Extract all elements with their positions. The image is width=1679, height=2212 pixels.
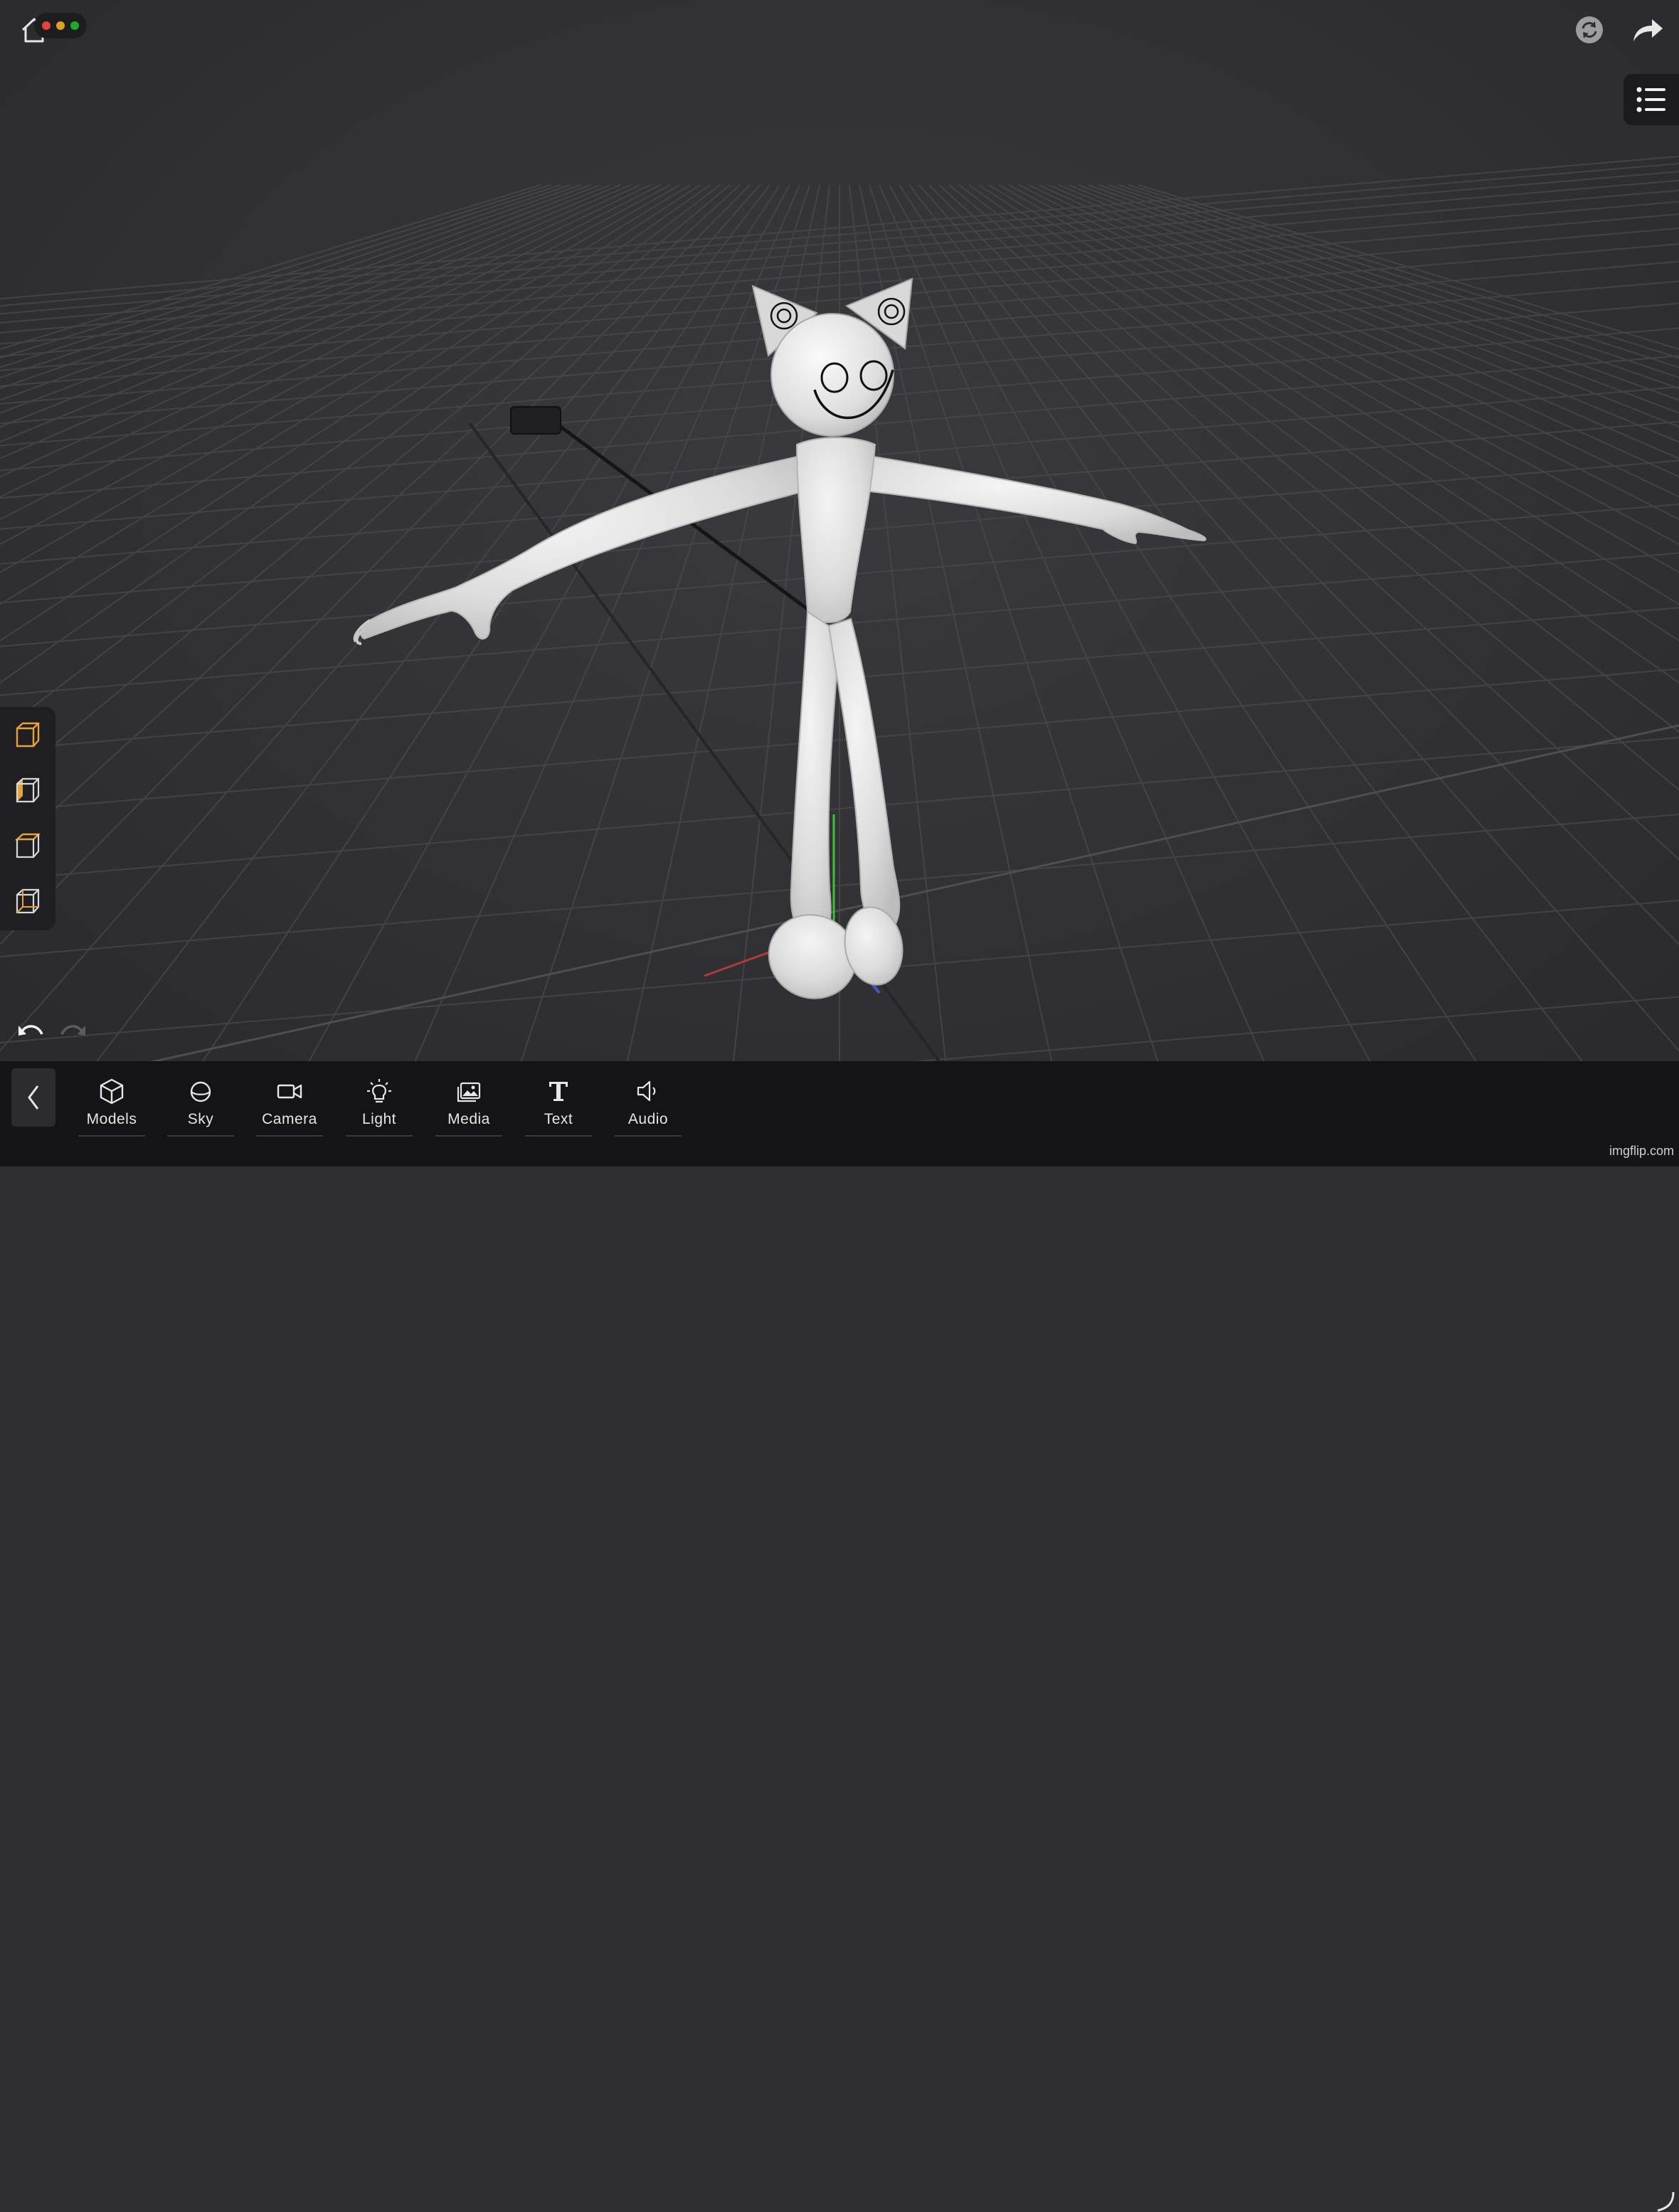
speaker-icon — [637, 1080, 656, 1102]
grid-line — [1058, 184, 1679, 443]
redo-icon — [60, 1025, 85, 1036]
view-top-button[interactable] — [0, 818, 55, 873]
grid-line — [0, 184, 601, 414]
tool-media[interactable]: Media — [435, 1068, 502, 1139]
grid-line — [0, 184, 611, 428]
tool-light-label: Light — [361, 1111, 397, 1127]
grid-line — [879, 184, 1265, 1061]
tool-camera[interactable]: Camera — [256, 1068, 323, 1139]
grid-line — [0, 184, 681, 573]
3d-viewport[interactable] — [0, 0, 1679, 1061]
view-side-button[interactable] — [0, 762, 55, 818]
tool-underline — [78, 1135, 145, 1137]
sync-icon — [1576, 16, 1603, 43]
undo-button[interactable] — [14, 1019, 47, 1047]
grid-line — [1068, 184, 1679, 428]
tool-text[interactable]: Text — [525, 1068, 592, 1139]
share-arrow-icon — [1633, 19, 1663, 41]
bottom-toolbar: Models Sky Camera Light Media Text Audio — [0, 1061, 1679, 2212]
view-orientation-panel — [0, 707, 55, 930]
grid-line — [869, 184, 1159, 1061]
view-perspective-button[interactable] — [0, 873, 55, 929]
cube-perspective-view-icon — [16, 888, 40, 914]
toolbar-back-button[interactable] — [11, 1068, 55, 1127]
grid-line — [938, 184, 1679, 861]
grid-line — [899, 184, 1477, 1061]
view-front-button[interactable] — [0, 707, 55, 762]
grid-line — [1138, 184, 1679, 351]
character-model[interactable] — [353, 277, 1207, 1013]
grid-line — [1028, 184, 1679, 498]
list-menu-icon — [1636, 87, 1665, 112]
cube-side-view-icon — [16, 777, 40, 803]
grid-line — [1038, 184, 1679, 478]
grid-line — [909, 184, 1584, 1061]
watermark: imgflip.com — [1609, 1144, 1675, 1158]
redo-button[interactable] — [57, 1019, 90, 1047]
grid-line — [1048, 184, 1679, 459]
tool-media-label: Media — [447, 1111, 490, 1127]
tool-audio-label: Audio — [627, 1111, 669, 1127]
grid-line — [0, 184, 671, 546]
grid-line — [0, 184, 591, 401]
grid-line — [1008, 184, 1679, 546]
tool-camera-label: Camera — [262, 1111, 317, 1127]
grid-line — [1088, 184, 1679, 401]
tool-light[interactable]: Light — [346, 1068, 413, 1139]
tool-models[interactable]: Models — [78, 1068, 145, 1139]
grid-line — [1018, 184, 1679, 521]
share-button[interactable] — [1626, 10, 1669, 50]
tool-sky-label: Sky — [187, 1111, 214, 1127]
grid-line — [1078, 184, 1679, 414]
video-camera-icon — [277, 1084, 302, 1099]
undo-icon — [18, 1025, 43, 1036]
cube-front-view-icon — [16, 722, 40, 748]
resize-handle-icon[interactable] — [1655, 2191, 1676, 2212]
tool-audio[interactable]: Audio — [615, 1068, 682, 1139]
text-T-icon — [549, 1082, 568, 1101]
scene-canvas[interactable] — [0, 0, 1679, 1061]
close-window-dot[interactable] — [42, 21, 51, 30]
cube-icon — [100, 1078, 124, 1105]
tool-underline — [615, 1135, 682, 1137]
side-menu-button[interactable] — [1624, 74, 1679, 125]
tool-underline — [167, 1135, 234, 1137]
cube-top-view-icon — [14, 833, 41, 858]
image-icon — [457, 1082, 481, 1102]
grid-line — [1128, 184, 1679, 359]
sync-button[interactable] — [1569, 10, 1609, 50]
grid-line — [0, 184, 691, 605]
tool-sky[interactable]: Sky — [167, 1068, 234, 1139]
tool-underline — [525, 1135, 592, 1137]
tool-models-label: Models — [86, 1111, 137, 1127]
zoom-window-dot[interactable] — [70, 21, 79, 30]
lightbulb-icon — [367, 1079, 391, 1103]
tool-underline — [435, 1135, 502, 1137]
tool-underline — [256, 1135, 323, 1137]
window-controls[interactable] — [34, 13, 87, 38]
tool-text-label: Text — [544, 1111, 573, 1127]
sphere-icon — [190, 1081, 211, 1102]
minimize-window-dot[interactable] — [56, 21, 65, 30]
chevron-left-icon — [28, 1085, 39, 1110]
tool-underline — [346, 1135, 413, 1137]
